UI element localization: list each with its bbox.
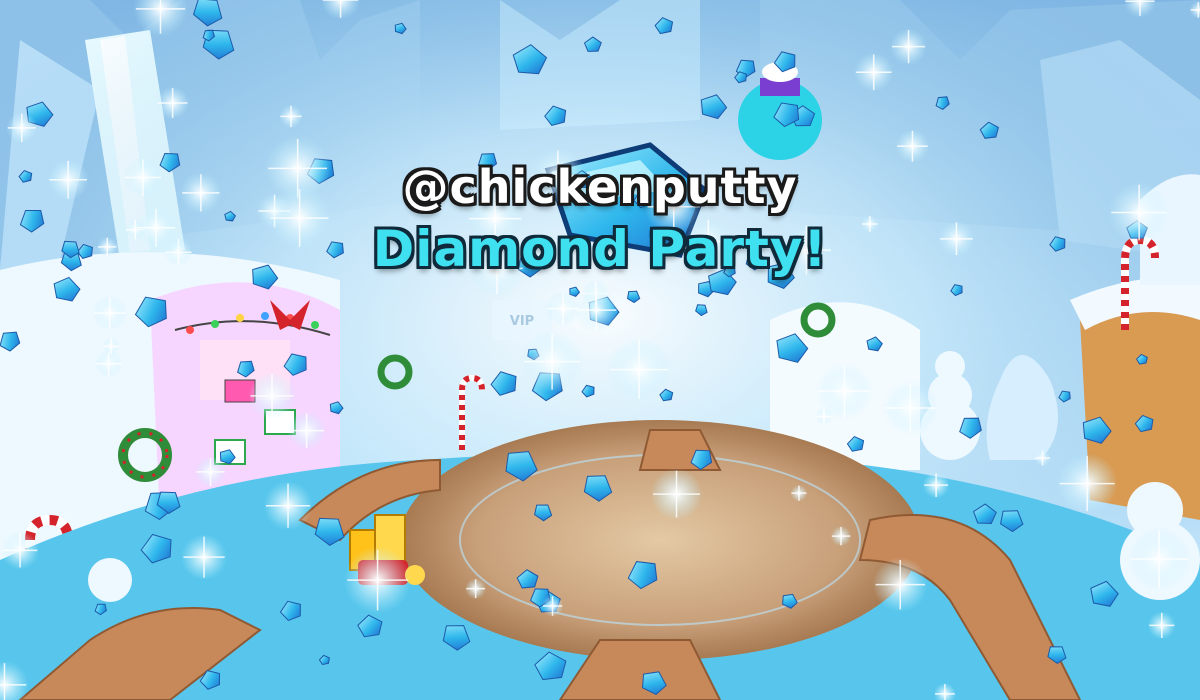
vip-label: VIP — [510, 314, 534, 329]
game-scene: VIP — [0, 0, 1200, 700]
